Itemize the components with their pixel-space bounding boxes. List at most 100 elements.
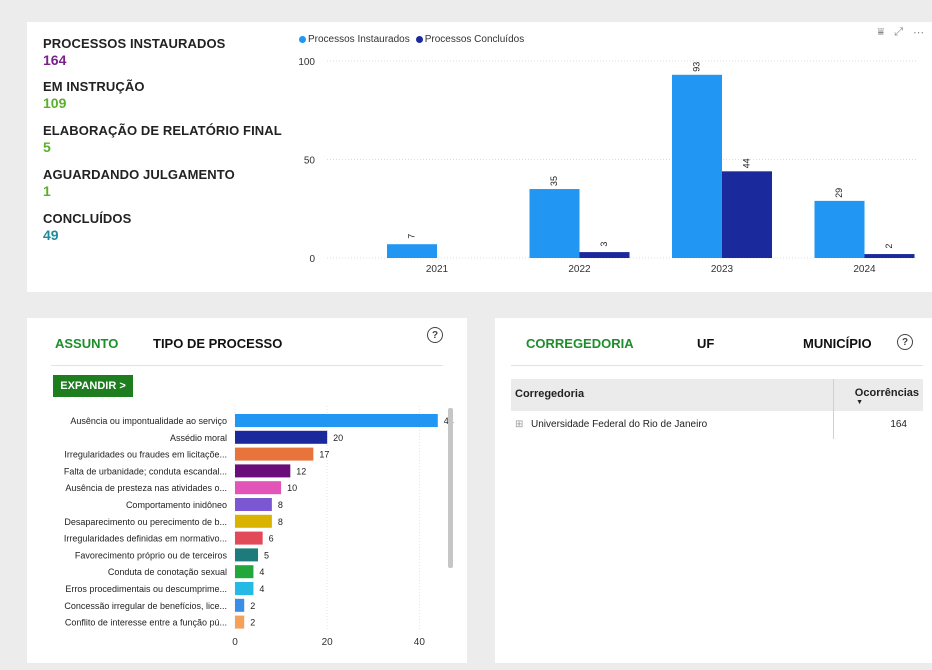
legend-item-concluidos[interactable]: Processos Concluídos bbox=[415, 34, 525, 45]
y-tick-label: 0 bbox=[309, 254, 315, 265]
column-header-ocorrencias[interactable]: Ocorrências bbox=[855, 387, 919, 399]
bar-value-label: 35 bbox=[549, 176, 559, 186]
bar-value-label: 17 bbox=[319, 450, 329, 460]
kpi-label: EM INSTRUÇÃO bbox=[43, 79, 145, 94]
category-label: Falta de urbanidade; conduta escandal... bbox=[64, 466, 227, 476]
more-options-icon[interactable]: ⋯ bbox=[913, 26, 924, 39]
bar-value-label: 3 bbox=[599, 242, 609, 247]
x-tick-label: 2024 bbox=[853, 264, 876, 275]
bar-2022-0[interactable] bbox=[529, 189, 580, 258]
x-tick-label: 2022 bbox=[568, 264, 591, 275]
column-header-corregedoria[interactable]: Corregedoria bbox=[515, 388, 584, 400]
bar-value-label: 7 bbox=[406, 234, 416, 239]
x-tick-label: 2023 bbox=[711, 264, 734, 275]
kpi-value: 1 bbox=[43, 183, 51, 199]
bar-value-label: 20 bbox=[333, 433, 343, 443]
assunto-bar[interactable] bbox=[235, 498, 272, 511]
x-tick-label: 20 bbox=[322, 637, 334, 648]
summary-panel: ⩸ ⤢ ⋯ PROCESSOS INSTAURADOS 164 EM INSTR… bbox=[27, 22, 932, 292]
tab-corregedoria[interactable]: CORREGEDORIA bbox=[526, 336, 634, 351]
divider bbox=[511, 365, 923, 366]
assunto-bar[interactable] bbox=[235, 548, 259, 562]
bar-value-label: 2 bbox=[250, 618, 255, 628]
scrollbar[interactable] bbox=[448, 408, 453, 568]
bar-2023-1[interactable] bbox=[722, 171, 772, 258]
expand-button[interactable]: EXPANDIR > bbox=[53, 375, 133, 397]
kpi-label: CONCLUÍDOS bbox=[43, 211, 132, 226]
x-tick-label: 40 bbox=[414, 637, 426, 648]
sort-desc-icon: ▼ bbox=[856, 399, 863, 406]
bar-2024-0[interactable] bbox=[814, 200, 865, 258]
assunto-bar[interactable] bbox=[235, 531, 263, 545]
visual-header-icons: ⩸ ⤢ ⋯ bbox=[877, 26, 924, 39]
bar-2022-1[interactable] bbox=[579, 252, 630, 258]
bar-2021-0[interactable] bbox=[387, 244, 437, 258]
y-tick-label: 50 bbox=[304, 156, 316, 167]
assunto-bar[interactable] bbox=[235, 582, 254, 595]
row-ocorrencias: 164 bbox=[890, 419, 907, 430]
category-label: Ausência ou impontualidade ao serviço bbox=[70, 416, 227, 426]
tab-municipio[interactable]: MUNICÍPIO bbox=[803, 336, 872, 351]
bar-value-label: 8 bbox=[278, 500, 283, 510]
assunto-bar[interactable] bbox=[235, 565, 254, 579]
kpi-label: AGUARDANDO JULGAMENTO bbox=[43, 167, 235, 182]
legend-label: Processos Concluídos bbox=[424, 34, 525, 45]
legend-item-instaurados[interactable]: Processos Instaurados bbox=[299, 34, 410, 45]
category-label: Concessão irregular de benefícios, lice.… bbox=[64, 601, 227, 611]
filter-icon[interactable]: ⩸ bbox=[877, 26, 884, 39]
bar-value-label: 6 bbox=[269, 534, 274, 544]
bar-value-label: 4 bbox=[259, 584, 264, 594]
kpi-value: 5 bbox=[43, 139, 51, 155]
tab-uf[interactable]: UF bbox=[697, 336, 714, 351]
bar-2023-0[interactable] bbox=[672, 74, 722, 258]
bar-value-label: 4 bbox=[259, 567, 264, 577]
help-icon[interactable]: ? bbox=[897, 334, 913, 350]
category-label: Irregularidades definidas em normativo..… bbox=[64, 534, 227, 544]
assunto-bar[interactable] bbox=[235, 464, 291, 478]
category-label: Desaparecimento ou perecimento de b... bbox=[64, 517, 227, 527]
assunto-bar[interactable] bbox=[235, 447, 314, 461]
category-label: Erros procedimentais ou descumprime... bbox=[65, 584, 227, 594]
bar-value-label: 2 bbox=[884, 244, 894, 249]
kpi-label: PROCESSOS INSTAURADOS bbox=[43, 36, 226, 51]
expand-row-icon[interactable]: ⊞ bbox=[515, 419, 523, 430]
legend-dot-icon bbox=[299, 36, 306, 43]
bar-value-label: 93 bbox=[691, 62, 701, 72]
year-bar-chart: 0 50 100 7 2021 35 3 2022 93 44 2023 29 2 2024 bbox=[298, 57, 917, 275]
chart-legend: Processos Instaurados Processos Concluíd… bbox=[299, 34, 524, 45]
tab-assunto[interactable]: ASSUNTO bbox=[55, 336, 118, 351]
legend-dot-icon bbox=[415, 36, 423, 43]
assunto-bar-chart: 0 20 40 Ausência ou impontualidade ao servi… bbox=[64, 406, 454, 648]
x-tick-label: 2021 bbox=[426, 264, 449, 275]
table-header: Corregedoria Ocorrências ▼ bbox=[511, 379, 923, 439]
bar-value-label: 10 bbox=[287, 483, 297, 493]
assunto-bar[interactable] bbox=[235, 430, 328, 444]
assunto-bar[interactable] bbox=[235, 414, 438, 427]
help-icon[interactable]: ? bbox=[427, 327, 443, 343]
bar-value-label: 12 bbox=[296, 466, 306, 476]
tab-tipo-de-processo[interactable]: TIPO DE PROCESSO bbox=[153, 336, 282, 351]
bar-value-label: 29 bbox=[834, 188, 844, 198]
assunto-bar[interactable] bbox=[235, 481, 282, 495]
kpi-aguardando-julgamento: AGUARDANDO JULGAMENTO 1 bbox=[43, 167, 235, 199]
bar-2024-1[interactable] bbox=[864, 254, 915, 258]
category-label: Irregularidades ou fraudes em licitaçõe.… bbox=[64, 450, 227, 460]
bar-value-label: 2 bbox=[250, 601, 255, 611]
row-corregedoria: Universidade Federal do Rio de Janeiro bbox=[531, 419, 708, 430]
focus-mode-icon[interactable]: ⤢ bbox=[894, 26, 903, 39]
kpi-elaboracao-relatorio: ELABORAÇÃO DE RELATÓRIO FINAL 5 bbox=[43, 123, 282, 155]
legend-label: Processos Instaurados bbox=[308, 34, 410, 45]
table-row[interactable]: ⊞ Universidade Federal do Rio de Janeiro… bbox=[511, 418, 923, 434]
divider bbox=[51, 365, 443, 366]
kpi-processos-instaurados: PROCESSOS INSTAURADOS 164 bbox=[43, 36, 225, 68]
kpi-label: ELABORAÇÃO DE RELATÓRIO FINAL bbox=[43, 123, 282, 138]
assunto-panel: ASSUNTO TIPO DE PROCESSO ? EXPANDIR > 0 2… bbox=[27, 318, 467, 663]
category-label: Ausência de presteza nas atividades o... bbox=[65, 483, 227, 493]
assunto-bar[interactable] bbox=[235, 598, 245, 612]
assunto-bar[interactable] bbox=[235, 615, 245, 629]
category-label: Comportamento inidôneo bbox=[126, 500, 227, 510]
category-label: Conduta de conotação sexual bbox=[108, 567, 227, 577]
x-tick-label: 0 bbox=[232, 637, 238, 648]
bar-value-label: 44 bbox=[741, 158, 751, 168]
assunto-bar[interactable] bbox=[235, 514, 272, 528]
